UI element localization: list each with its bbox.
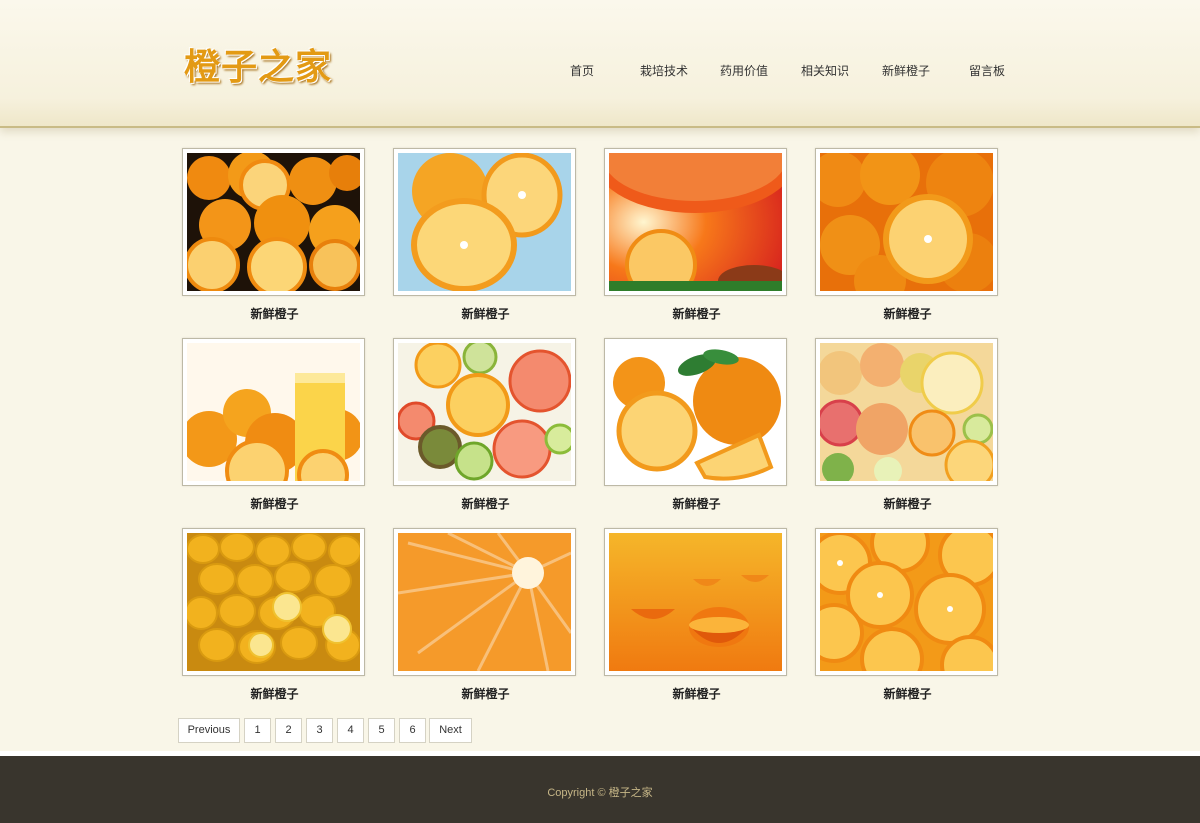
page-2-button[interactable]: 2 (275, 718, 302, 743)
gallery-item[interactable]: 新鲜橙子 (393, 528, 578, 701)
orange-photo[interactable] (187, 343, 360, 481)
gallery-item[interactable]: 新鲜橙子 (182, 528, 367, 701)
photo-caption[interactable]: 新鲜橙子 (815, 495, 1000, 511)
nav-item-guestbook[interactable]: 留言板 (969, 62, 1005, 79)
orange-photo[interactable] (609, 343, 782, 481)
gallery-item[interactable]: 新鲜橙子 (604, 528, 789, 701)
photo-frame[interactable] (604, 148, 787, 296)
photo-frame[interactable] (393, 148, 576, 296)
photo-caption[interactable]: 新鲜橙子 (815, 305, 1000, 321)
photo-frame[interactable] (182, 338, 365, 486)
nav-item-cultivation[interactable]: 栽培技术 (640, 62, 688, 79)
site-logo[interactable]: 橙子之家 (184, 44, 332, 90)
photo-caption[interactable]: 新鲜橙子 (604, 685, 789, 701)
orange-photo[interactable] (820, 533, 993, 671)
photo-caption[interactable]: 新鲜橙子 (182, 495, 367, 511)
photo-frame[interactable] (604, 528, 787, 676)
orange-photo[interactable] (398, 153, 571, 291)
nav-item-medicinal-value[interactable]: 药用价值 (720, 62, 768, 79)
next-page-button[interactable]: Next (429, 718, 472, 743)
photo-caption[interactable]: 新鲜橙子 (815, 685, 1000, 701)
photo-frame[interactable] (393, 338, 576, 486)
nav-item-fresh-oranges[interactable]: 新鲜橙子 (882, 62, 930, 79)
copyright-text: Copyright © 橙子之家 (547, 787, 653, 799)
page-1-button[interactable]: 1 (244, 718, 271, 743)
photo-caption[interactable]: 新鲜橙子 (182, 685, 367, 701)
orange-photo[interactable] (609, 533, 782, 671)
site-header: 橙子之家 首页 栽培技术 药用价值 相关知识 新鲜橙子 留言板 (0, 0, 1200, 128)
photo-frame[interactable] (815, 528, 998, 676)
photo-caption[interactable]: 新鲜橙子 (182, 305, 367, 321)
page-6-button[interactable]: 6 (399, 718, 426, 743)
photo-caption[interactable]: 新鲜橙子 (393, 685, 578, 701)
photo-frame[interactable] (182, 148, 365, 296)
nav-item-knowledge[interactable]: 相关知识 (801, 62, 849, 79)
photo-caption[interactable]: 新鲜橙子 (604, 495, 789, 511)
gallery-item[interactable]: 新鲜橙子 (182, 338, 367, 511)
photo-caption[interactable]: 新鲜橙子 (604, 305, 789, 321)
previous-page-button[interactable]: Previous (178, 718, 240, 743)
gallery-item[interactable]: 新鲜橙子 (393, 148, 578, 321)
orange-photo[interactable] (398, 533, 571, 671)
photo-frame[interactable] (393, 528, 576, 676)
gallery-item[interactable]: 新鲜橙子 (815, 528, 1000, 701)
page-5-button[interactable]: 5 (368, 718, 395, 743)
page-3-button[interactable]: 3 (306, 718, 333, 743)
gallery-item[interactable]: 新鲜橙子 (182, 148, 367, 321)
orange-photo[interactable] (609, 153, 782, 291)
orange-photo[interactable] (398, 343, 571, 481)
photo-caption[interactable]: 新鲜橙子 (393, 305, 578, 321)
photo-frame[interactable] (815, 338, 998, 486)
nav-item-home[interactable]: 首页 (570, 62, 594, 79)
photo-frame[interactable] (815, 148, 998, 296)
photo-caption[interactable]: 新鲜橙子 (393, 495, 578, 511)
gallery-item[interactable]: 新鲜橙子 (815, 148, 1000, 321)
gallery-item[interactable]: 新鲜橙子 (604, 338, 789, 511)
orange-photo[interactable] (187, 533, 360, 671)
orange-photo[interactable] (820, 343, 993, 481)
gallery-item[interactable]: 新鲜橙子 (393, 338, 578, 511)
page-4-button[interactable]: 4 (337, 718, 364, 743)
gallery-item[interactable]: 新鲜橙子 (815, 338, 1000, 511)
orange-photo[interactable] (820, 153, 993, 291)
photo-frame[interactable] (604, 338, 787, 486)
orange-photo[interactable] (187, 153, 360, 291)
gallery-item[interactable]: 新鲜橙子 (604, 148, 789, 321)
photo-frame[interactable] (182, 528, 365, 676)
